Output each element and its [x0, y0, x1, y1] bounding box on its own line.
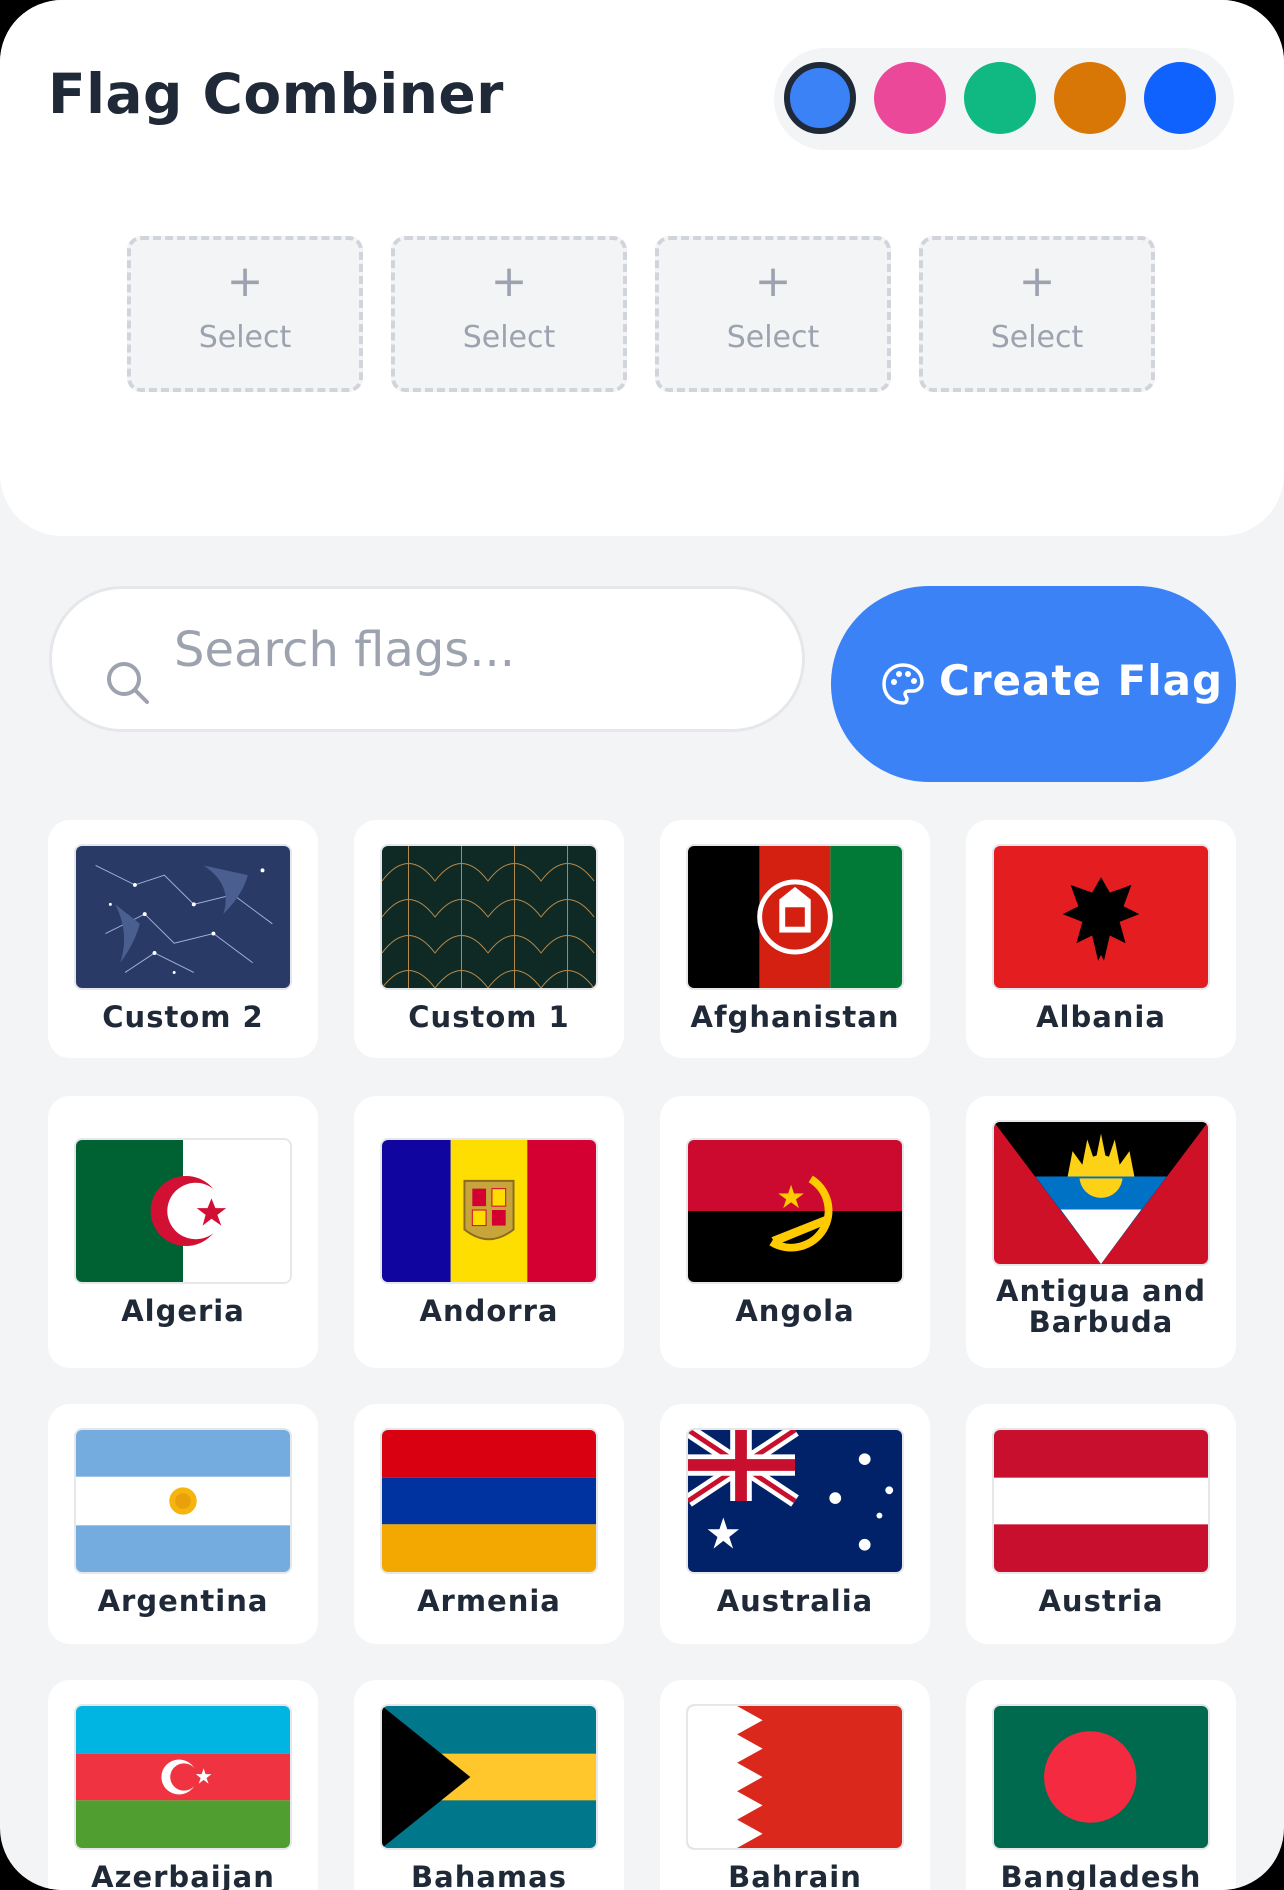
flag-slot-2[interactable]: + Select	[391, 236, 627, 392]
bahamas-flag	[380, 1704, 598, 1850]
flag-card-bangladesh[interactable]: Bangladesh	[966, 1680, 1236, 1890]
flag-card-andorra[interactable]: Andorra	[354, 1096, 624, 1368]
armenia-flag	[380, 1428, 598, 1574]
flag-card-bahrain[interactable]: Bahrain	[660, 1680, 930, 1890]
custom-2-flag	[74, 844, 292, 990]
color-swatch-blue[interactable]	[784, 62, 856, 134]
color-picker	[774, 48, 1234, 150]
flag-name: Azerbaijan	[91, 1860, 275, 1890]
flag-name: Argentina	[97, 1584, 269, 1618]
flag-card-albania[interactable]: Albania	[966, 820, 1236, 1058]
antigua-flag	[992, 1120, 1210, 1266]
bangladesh-flag	[992, 1704, 1210, 1850]
page-title: Flag Combiner	[48, 62, 504, 126]
argentina-flag	[74, 1428, 292, 1574]
flag-name: Albania	[1036, 1000, 1166, 1034]
plus-icon: +	[1018, 256, 1056, 307]
flag-name: Custom 2	[102, 1000, 264, 1034]
flag-slot-1[interactable]: + Select	[127, 236, 363, 392]
angola-flag	[686, 1138, 904, 1284]
search-bar	[49, 586, 805, 732]
andorra-flag	[380, 1138, 598, 1284]
flag-name: Bangladesh	[1000, 1860, 1202, 1890]
plus-icon: +	[226, 256, 264, 307]
flag-name: Angola	[735, 1294, 855, 1328]
flag-card-antigua-and-barbuda[interactable]: Antigua and Barbuda	[966, 1096, 1236, 1368]
flag-card-custom-1[interactable]: Custom 1	[354, 820, 624, 1058]
flag-card-algeria[interactable]: Algeria	[48, 1096, 318, 1368]
flag-name: Austria	[1038, 1584, 1164, 1618]
search-input[interactable]	[172, 609, 776, 691]
slot-label: Select	[990, 320, 1084, 355]
slot-label: Select	[198, 320, 292, 355]
create-flag-label: Create Flag	[939, 656, 1224, 705]
combiner-panel: Flag Combiner + Select + Select + Select…	[0, 0, 1284, 536]
flag-name: Algeria	[121, 1294, 245, 1328]
flag-name: Armenia	[417, 1584, 561, 1618]
flag-card-angola[interactable]: Angola	[660, 1096, 930, 1368]
color-swatch-green[interactable]	[964, 62, 1036, 134]
austria-flag	[992, 1428, 1210, 1574]
custom-1-flag	[380, 844, 598, 990]
color-swatch-pink[interactable]	[874, 62, 946, 134]
flag-card-bahamas[interactable]: Bahamas	[354, 1680, 624, 1890]
algeria-flag	[74, 1138, 292, 1284]
australia-flag	[686, 1428, 904, 1574]
albania-flag	[992, 844, 1210, 990]
flag-card-australia[interactable]: Australia	[660, 1404, 930, 1644]
flag-card-afghanistan[interactable]: Afghanistan	[660, 820, 930, 1058]
afghanistan-flag	[686, 844, 904, 990]
flag-card-austria[interactable]: Austria	[966, 1404, 1236, 1644]
flag-name: Afghanistan	[690, 1000, 900, 1034]
plus-icon: +	[490, 256, 528, 307]
flag-name: Andorra	[419, 1294, 559, 1328]
flag-name: Custom 1	[408, 1000, 570, 1034]
color-swatch-orange[interactable]	[1054, 62, 1126, 134]
flag-name: Bahamas	[411, 1860, 567, 1890]
flag-name: Australia	[716, 1584, 874, 1618]
slot-label: Select	[726, 320, 820, 355]
color-swatch-royal-blue[interactable]	[1144, 62, 1216, 134]
flag-card-azerbaijan[interactable]: Azerbaijan	[48, 1680, 318, 1890]
flag-card-armenia[interactable]: Armenia	[354, 1404, 624, 1644]
bahrain-flag	[686, 1704, 904, 1850]
create-flag-button[interactable]: Create Flag	[831, 586, 1236, 782]
azerbaijan-flag	[74, 1704, 292, 1850]
palette-icon	[882, 663, 924, 705]
slot-label: Select	[462, 320, 556, 355]
app-window: Flag Combiner + Select + Select + Select…	[0, 0, 1284, 1890]
search-icon	[107, 662, 149, 704]
flag-card-argentina[interactable]: Argentina	[48, 1404, 318, 1644]
flag-card-custom-2[interactable]: Custom 2	[48, 820, 318, 1058]
flag-slot-3[interactable]: + Select	[655, 236, 891, 392]
flag-slot-4[interactable]: + Select	[919, 236, 1155, 392]
plus-icon: +	[754, 256, 792, 307]
flag-name: Bahrain	[728, 1860, 862, 1890]
flag-name: Antigua and Barbuda	[996, 1274, 1206, 1339]
